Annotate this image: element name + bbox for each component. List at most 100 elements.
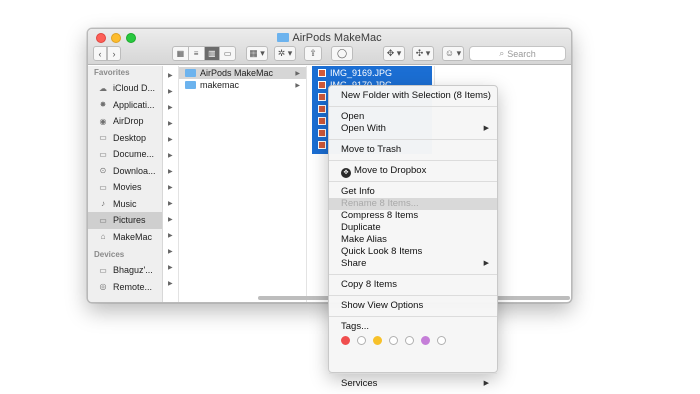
menu-item-tags[interactable]: Tags... xyxy=(329,321,497,333)
user-button[interactable]: ☺ ▾ xyxy=(442,46,464,61)
menu-item-share[interactable]: Share ▶ xyxy=(329,258,497,270)
sidebar-item-pictures[interactable]: ▭ Pictures xyxy=(88,212,162,229)
tag-green-dot[interactable] xyxy=(389,335,398,345)
search-input[interactable]: ⌕ Search xyxy=(469,46,566,61)
list-item[interactable]: makemac ▶ xyxy=(179,79,306,91)
sidebar-item-label: Downloa... xyxy=(113,165,156,176)
tag-gray-dot[interactable] xyxy=(437,335,446,345)
menu-item-duplicate[interactable]: Duplicate xyxy=(329,222,497,234)
menu-item-label: Move to Dropbox xyxy=(354,165,427,176)
menu-item-move-to-dropbox[interactable]: ✥ Move to Dropbox xyxy=(329,165,497,178)
icon-view-button[interactable]: ▦ xyxy=(173,47,189,60)
file-label: IMG_9169.JPG xyxy=(330,68,393,78)
menu-item-label: Services xyxy=(341,378,378,389)
disc-icon: ◎ xyxy=(99,282,107,292)
dropbox-button[interactable]: ✥ ▾ xyxy=(383,46,405,61)
list-view-button[interactable]: ≡ xyxy=(189,47,205,60)
folder-label: AirPods MakeMac xyxy=(200,68,274,78)
view-mode-segmented-control: ▦ ≡ ▥ ▭ xyxy=(172,46,236,61)
share-icon: ⇪ xyxy=(309,48,317,58)
window-title-text: AirPods MakeMac xyxy=(292,32,382,44)
menu-separator xyxy=(329,160,497,161)
menu-item-compress[interactable]: Compress 8 Items xyxy=(329,210,497,222)
sidebar-item-applications[interactable]: ✸ Applicati... xyxy=(88,97,162,114)
chevron-right-icon: ▶ xyxy=(295,82,300,89)
folder-label: makemac xyxy=(200,80,240,90)
menu-item-quick-look[interactable]: Quick Look 8 Items xyxy=(329,246,497,258)
menu-item-new-folder-with-selection[interactable]: New Folder with Selection (8 Items) xyxy=(329,90,497,102)
applications-icon: ✸ xyxy=(99,100,107,110)
home-icon: ⌂ xyxy=(100,232,106,242)
chevron-right-icon: ▶ xyxy=(168,137,173,143)
sidebar-item-label: Music xyxy=(113,198,137,209)
dropbox-share-icon: ✣ ▾ xyxy=(415,48,431,58)
menu-item-services[interactable]: Services ▶ xyxy=(329,378,497,390)
cover-flow-button[interactable]: ▭ xyxy=(220,47,235,60)
chevron-right-icon: ▶ xyxy=(168,185,173,191)
sidebar-item-label: Applicati... xyxy=(113,99,155,110)
sidebar-item-airdrop[interactable]: ◉ AirDrop xyxy=(88,113,162,130)
menu-item-show-view-options[interactable]: Show View Options xyxy=(329,300,497,312)
sidebar-item-icloud-drive[interactable]: ☁ iCloud D... xyxy=(88,80,162,97)
tag-blue-dot[interactable] xyxy=(405,335,414,345)
submenu-arrow-icon: ▶ xyxy=(483,380,489,387)
airdrop-icon: ◉ xyxy=(99,116,107,126)
tag-orange-dot[interactable] xyxy=(357,335,366,345)
chevron-right-icon: ▶ xyxy=(295,70,300,77)
menu-item-open[interactable]: Open xyxy=(329,111,497,123)
tag-yellow-dot[interactable] xyxy=(373,335,382,345)
chevron-right-icon: ▶ xyxy=(168,217,173,223)
back-button[interactable]: ‹ xyxy=(93,46,107,61)
chevron-right-icon: ▶ xyxy=(168,89,173,95)
folder-icon xyxy=(185,69,196,77)
search-placeholder: Search xyxy=(507,48,536,59)
image-file-icon xyxy=(318,129,326,137)
dropbox-share-button[interactable]: ✣ ▾ xyxy=(412,46,434,61)
menu-separator xyxy=(329,181,497,182)
menu-item-move-to-trash[interactable]: Move to Trash xyxy=(329,144,497,156)
list-item[interactable]: AirPods MakeMac ▶ xyxy=(179,67,306,79)
column-view-button[interactable]: ▥ xyxy=(204,47,221,60)
arrange-icon: ▦ ▾ xyxy=(249,48,265,58)
sidebar-item-remote-disc[interactable]: ◎ Remote... xyxy=(88,279,162,296)
tag-button[interactable]: ◯ xyxy=(331,46,353,61)
image-file-icon xyxy=(318,141,326,149)
tag-red-dot[interactable] xyxy=(341,335,350,345)
tag-color-row xyxy=(329,333,497,347)
menu-item-copy[interactable]: Copy 8 Items xyxy=(329,279,497,291)
sidebar-item-label: AirDrop xyxy=(113,116,144,127)
tag-purple-dot[interactable] xyxy=(421,335,430,345)
sidebar-item-music[interactable]: ♪ Music xyxy=(88,196,162,213)
tag-icon: ◯ xyxy=(336,48,348,58)
parent-column-strip: ▶ ▶ ▶ ▶ ▶ ▶ ▶ ▶ ▶ ▶ ▶ ▶ ▶ ▶ xyxy=(164,66,179,302)
movies-icon: ▭ xyxy=(99,182,107,192)
menu-item-get-info[interactable]: Get Info xyxy=(329,186,497,198)
sidebar-item-desktop[interactable]: ▭ Desktop xyxy=(88,130,162,147)
arrange-button[interactable]: ▦ ▾ xyxy=(246,46,268,61)
context-menu: New Folder with Selection (8 Items) Open… xyxy=(328,85,498,389)
sidebar-item-movies[interactable]: ▭ Movies xyxy=(88,179,162,196)
dropbox-icon: ✥ xyxy=(341,168,351,178)
action-button[interactable]: ✲ ▾ xyxy=(274,46,296,61)
chevron-right-icon: ▶ xyxy=(168,105,173,111)
share-button[interactable]: ⇪ xyxy=(304,46,322,61)
sidebar-item-computer[interactable]: ▭ Bhaguz'... xyxy=(88,262,162,279)
image-file-icon xyxy=(318,105,326,113)
folder-icon xyxy=(277,33,290,42)
sidebar-item-label: Docume... xyxy=(113,149,155,160)
menu-item-open-with[interactable]: Open With ▶ xyxy=(329,123,497,135)
chevron-right-icon: ▶ xyxy=(168,169,173,175)
sidebar-item-label: Bhaguz'... xyxy=(113,265,153,276)
list-item[interactable]: IMG_9169.JPG xyxy=(312,67,432,79)
sidebar-item-label: Pictures xyxy=(113,215,146,226)
menu-item-rename[interactable]: Rename 8 Items... xyxy=(329,198,497,210)
dropbox-icon: ✥ ▾ xyxy=(386,48,402,58)
sidebar-item-downloads[interactable]: ⊙ Downloa... xyxy=(88,163,162,180)
sidebar-item-makemac[interactable]: ⌂ MakeMac xyxy=(88,229,162,246)
menu-item-make-alias[interactable]: Make Alias xyxy=(329,234,497,246)
forward-button[interactable]: › xyxy=(107,46,121,61)
image-file-icon xyxy=(318,69,326,77)
pictures-icon: ▭ xyxy=(99,215,107,225)
chevron-right-icon: › xyxy=(112,48,116,59)
sidebar-item-documents[interactable]: ▭ Docume... xyxy=(88,146,162,163)
